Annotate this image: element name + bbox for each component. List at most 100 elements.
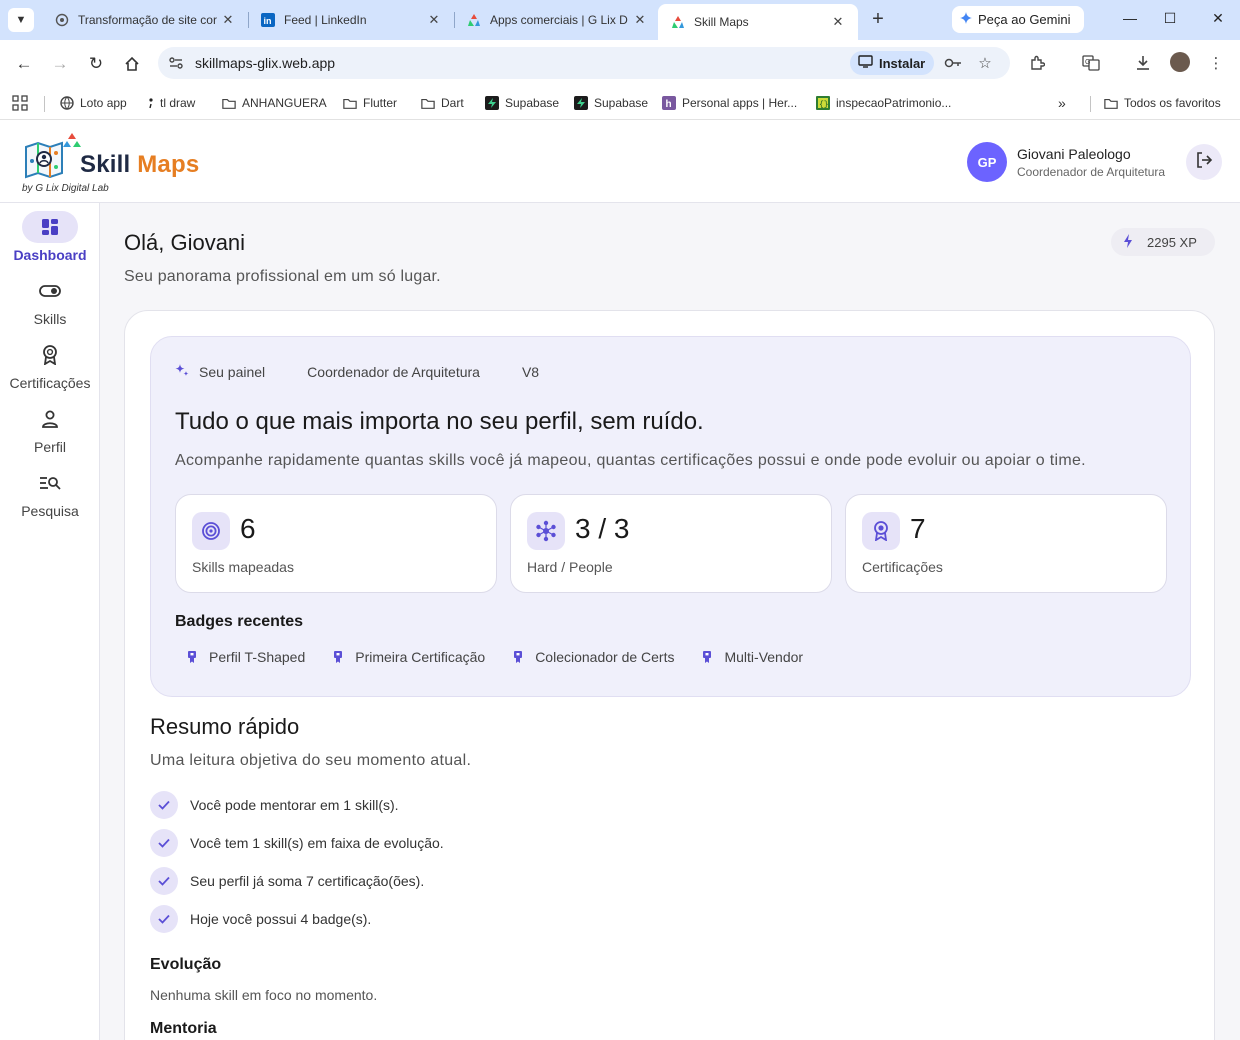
gemini-button[interactable]: Peça ao Gemini: [952, 6, 1084, 33]
toggle-icon: [22, 275, 78, 307]
sidebar-item-pesquisa[interactable]: Pesquisa: [0, 459, 100, 519]
evolucao-title: Evolução: [150, 956, 222, 973]
chip-level: V8: [522, 364, 539, 380]
sidebar-item-certificacoes[interactable]: Certificações: [0, 331, 100, 391]
badge-ribbon-icon: [187, 650, 197, 664]
badge-label: Colecionador de Certs: [535, 649, 675, 665]
check-icon: [150, 905, 178, 933]
bookmark-personal-apps[interactable]: h Personal apps | Her...: [662, 93, 797, 113]
star-icon[interactable]: ☆: [974, 52, 996, 74]
sidebar-item-label: Perfil: [34, 439, 66, 455]
svg-text:h: h: [666, 99, 672, 110]
key-icon[interactable]: [942, 52, 964, 74]
apps-grid-icon[interactable]: [12, 93, 28, 113]
bookmark-label: Personal apps | Her...: [682, 96, 798, 110]
sidebar-item-perfil[interactable]: Perfil: [0, 395, 100, 455]
minimize-icon[interactable]: —: [1120, 10, 1140, 26]
logo-wordmark: Skill Maps: [80, 151, 199, 179]
stat-value: 3 / 3: [575, 513, 630, 544]
bookmark-label: Supabase: [505, 96, 560, 110]
back-icon[interactable]: ←: [12, 52, 36, 76]
resumo-item-text: Você pode mentorar em 1 skill(s).: [190, 797, 399, 813]
stat-card-hard-people: 3 / 3 Hard / People: [510, 494, 832, 593]
chip-seu-painel: Seu painel: [175, 363, 265, 380]
badge-label: Perfil T-Shaped: [209, 649, 306, 665]
hero-description: Acompanhe rapidamente quantas skills voc…: [175, 452, 1086, 469]
maximize-icon[interactable]: ☐: [1160, 10, 1180, 27]
logo-subtitle: by G Lix Digital Lab: [22, 183, 109, 194]
bookmark-inspecao[interactable]: {} inspecaoPatrimonio...: [816, 93, 951, 113]
app-header: Skill Maps by G Lix Digital Lab GP Giova…: [0, 121, 1240, 203]
extensions-icon[interactable]: [1026, 52, 1048, 74]
browser-tab-active[interactable]: Skill Maps ✕: [658, 4, 858, 40]
install-app-button[interactable]: Instalar: [850, 51, 934, 75]
hero-title: Tudo o que mais importa no seu perfil, s…: [175, 408, 704, 435]
stat-value: 7: [910, 513, 926, 544]
script-icon: {}: [816, 96, 830, 110]
translate-icon[interactable]: G: [1080, 52, 1102, 74]
page-title: Olá, Giovani: [124, 230, 246, 255]
browser-tab[interactable]: in Feed | LinkedIn ✕: [248, 4, 454, 36]
stat-value: 6: [240, 513, 256, 544]
bookmark-supabase[interactable]: Supabase: [485, 93, 559, 113]
glix-icon: [466, 12, 482, 28]
bookmark-label: inspecaoPatrimonio...: [836, 96, 952, 110]
check-icon: [150, 791, 178, 819]
reload-icon[interactable]: ↻: [84, 52, 108, 76]
bookmark-label: Todos os favoritos: [1124, 96, 1221, 110]
skill-maps-logo[interactable]: Skill Maps by G Lix Digital Lab: [22, 131, 202, 197]
address-bar[interactable]: skillmaps-glix.web.app Instalar ☆: [158, 47, 1010, 79]
close-icon[interactable]: ✕: [426, 12, 442, 28]
close-window-icon[interactable]: ✕: [1208, 10, 1228, 27]
bookmark-anhanguera[interactable]: ANHANGUERA: [222, 93, 327, 113]
svg-text:in: in: [264, 16, 272, 26]
stat-card-skills: 6 Skills mapeadas: [175, 494, 497, 593]
all-bookmarks[interactable]: Todos os favoritos: [1104, 93, 1221, 113]
stat-label: Skills mapeadas: [192, 559, 294, 575]
gemini-label: Peça ao Gemini: [978, 12, 1071, 27]
close-icon[interactable]: ✕: [830, 14, 846, 30]
install-icon: [858, 55, 873, 71]
xp-value: 2295 XP: [1147, 234, 1197, 250]
tldraw-icon: [148, 96, 154, 110]
bookmark-loto-app[interactable]: Loto app: [60, 93, 127, 113]
download-icon[interactable]: [1132, 52, 1154, 74]
chip-label: Seu painel: [199, 363, 266, 380]
browser-tab[interactable]: Transformação de site cor ✕: [42, 4, 248, 36]
profile-avatar[interactable]: [1170, 52, 1190, 72]
bookmark-tl-draw[interactable]: tl draw: [148, 93, 195, 113]
dashboard-icon: [22, 211, 78, 243]
resumo-item-text: Hoje você possui 4 badge(s).: [190, 911, 372, 927]
more-bookmarks-icon[interactable]: »: [1058, 93, 1066, 113]
chip-role: Coordenador de Arquitetura: [307, 364, 480, 380]
bookmark-label: Loto app: [80, 96, 127, 110]
supabase-icon: [574, 96, 588, 110]
search-list-icon: [22, 467, 78, 499]
bookmark-flutter[interactable]: Flutter: [343, 93, 397, 113]
menu-icon[interactable]: ⋮: [1205, 52, 1227, 74]
forward-icon[interactable]: →: [48, 52, 72, 76]
sidebar-item-skills[interactable]: Skills: [0, 267, 100, 327]
main-content: Olá, Giovani Seu panorama profissional e…: [100, 203, 1240, 1040]
bookmark-dart[interactable]: Dart: [421, 93, 464, 113]
xp-badge: 2295 XP: [1111, 228, 1215, 256]
bookmarks-bar: Loto app tl draw ANHANGUERA Flutter Dart…: [0, 86, 1240, 120]
browser-tab[interactable]: Apps comerciais | G Lix D ✕: [454, 4, 660, 36]
new-tab-button[interactable]: +: [866, 8, 890, 32]
resumo-item: Seu perfil já soma 7 certificação(ões).: [150, 867, 424, 895]
tab-search-button[interactable]: ▼: [8, 8, 34, 32]
home-icon[interactable]: [120, 52, 144, 76]
resumo-item-text: Você tem 1 skill(s) em faixa de evolução…: [190, 835, 444, 851]
browser-toolbar: ← → ↻ skillmaps-glix.web.app Instalar ☆ …: [0, 40, 1240, 86]
resumo-item: Você tem 1 skill(s) em faixa de evolução…: [150, 829, 444, 857]
close-icon[interactable]: ✕: [220, 12, 236, 28]
bookmark-label: tl draw: [160, 96, 196, 110]
bookmark-label: Dart: [441, 96, 464, 110]
site-settings-icon[interactable]: [168, 55, 184, 71]
close-icon[interactable]: ✕: [632, 12, 648, 28]
badge-ribbon-icon: [333, 650, 343, 664]
user-avatar[interactable]: GP: [967, 142, 1007, 182]
logout-button[interactable]: [1186, 144, 1222, 180]
sidebar-item-dashboard[interactable]: Dashboard: [0, 203, 100, 263]
bookmark-supabase[interactable]: Supabase: [574, 93, 648, 113]
